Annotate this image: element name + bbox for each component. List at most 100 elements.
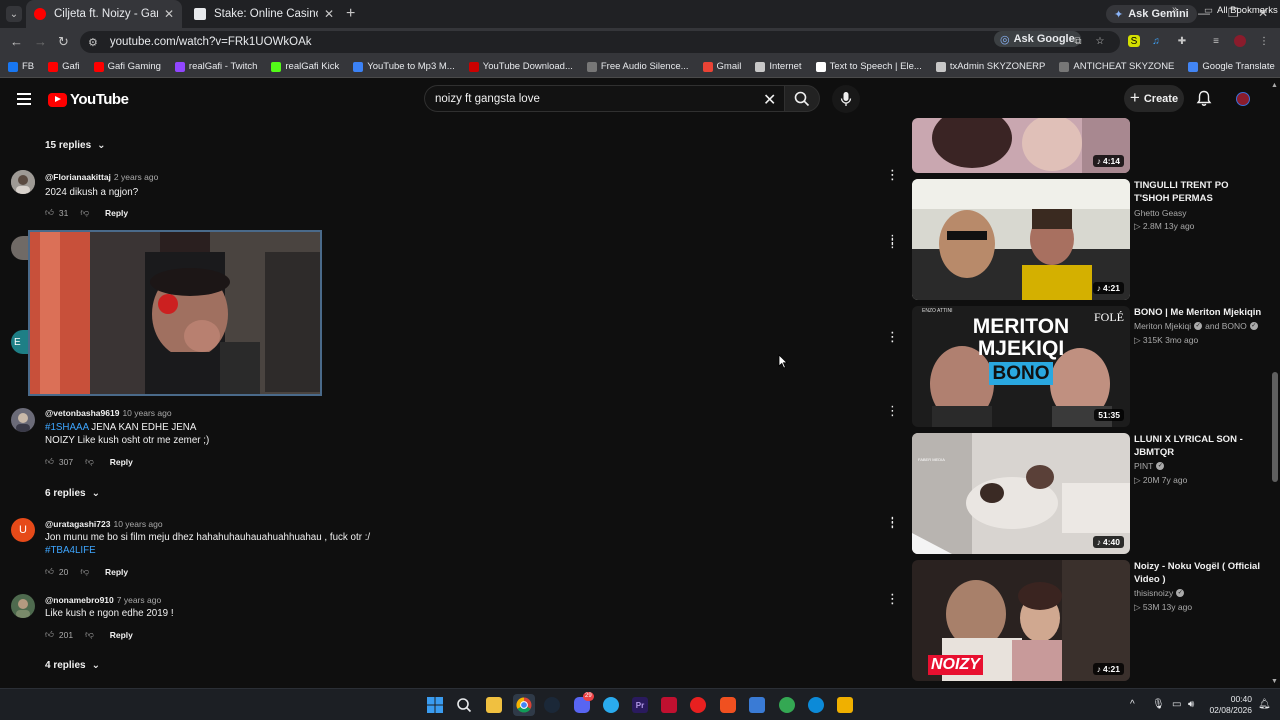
all-bookmarks-button[interactable]: ▭ All Bookmarks [1204,5,1278,16]
clear-search-icon[interactable]: ✕ [763,90,776,110]
app-blue-icon[interactable] [749,697,765,713]
author-handle[interactable]: @vetonbasha9619 [45,408,119,418]
like-icon[interactable]: 👍︎ [45,629,54,640]
comment-author[interactable]: @Florianaakittaj 2 years ago [45,172,158,182]
ask-gemini-button[interactable]: ✦ Ask Gemini [1106,5,1197,23]
commenter-avatar[interactable] [11,408,35,432]
video-more-icon[interactable]: ⋮ [886,233,899,246]
ask-google-button[interactable]: ◎ Ask Google [994,31,1081,47]
bookmark-item[interactable]: realGafi Kick [271,61,339,72]
video-more-icon[interactable]: ⋮ [886,515,899,528]
commenter-avatar[interactable]: U [11,518,35,542]
network-icon[interactable]: ▭ [1172,699,1181,710]
video-thumbnail[interactable]: ENZO ATTINI FOLÉ MERITON MJEKIQI BONO 51… [912,306,1130,427]
channel-name[interactable]: Ghetto Geasy [1134,208,1186,218]
dislike-icon[interactable]: 👎︎ [80,566,89,577]
tab-active[interactable]: Ciljeta ft. Noizy - Gangsta Love ✕ [26,0,182,28]
video-more-icon[interactable]: ⋮ [886,330,899,343]
channel-label[interactable]: PINT [1134,461,1153,471]
hashtag-link[interactable]: #1SHAAA [45,422,89,433]
windows-start-icon[interactable] [427,697,443,713]
app-red-a-icon[interactable] [661,697,677,713]
channel-name[interactable]: thisisnoizy ✓ [1134,588,1185,598]
opera-icon[interactable] [690,697,706,713]
file-explorer-icon[interactable] [486,697,502,713]
volume-icon[interactable]: 🔊︎ [1188,699,1194,710]
close-tab-icon[interactable]: ✕ [164,7,174,21]
browser-menu-icon[interactable]: ⋮ [1258,35,1270,47]
scroll-down-arrow-icon[interactable]: ▼ [1271,678,1278,685]
channel-label[interactable]: thisisnoizy [1134,588,1173,598]
tab-search-chevron-icon[interactable]: ⌄ [6,6,22,22]
hamburger-menu-icon[interactable] [17,93,31,105]
commenter-avatar[interactable] [11,170,35,194]
video-title[interactable]: Noizy - Noku Vogël ( Official Video ) [1134,560,1264,586]
account-avatar[interactable] [1236,92,1250,106]
commenter-avatar[interactable] [11,594,35,618]
dislike-icon[interactable]: 👎︎ [80,207,89,218]
channel-label[interactable]: Meriton Mjekiqi [1134,321,1191,331]
steam-icon[interactable] [544,697,560,713]
channel-name[interactable]: Meriton Mjekiqi ✓ and BONO ✓ [1134,321,1258,331]
bookmark-star-icon[interactable]: ☆ [1094,35,1106,47]
search-button[interactable] [784,85,820,112]
taskbar-search-icon[interactable] [456,697,472,713]
hashtag-link[interactable]: #TBA4LIFE [45,545,96,557]
video-more-icon[interactable]: ⋮ [886,168,899,181]
reply-button[interactable]: Reply [110,630,133,640]
bookmark-item[interactable]: txAdmin SKYZONERP [935,61,1045,72]
notifications-button[interactable] [1196,90,1212,112]
discord-icon[interactable]: 29 [574,692,594,713]
comment-age[interactable]: 10 years ago [113,519,162,529]
bookmarks-overflow-chevron-icon[interactable]: » [1172,4,1178,15]
author-handle[interactable]: @Florianaakittaj [45,172,111,182]
premiere-pro-icon[interactable]: Pr [632,697,648,713]
microphone-tray-icon[interactable]: 🎙︎ [1152,699,1165,710]
comment-age[interactable]: 7 years ago [117,595,161,605]
media-control-icon[interactable]: ≡ [1210,35,1222,47]
like-icon[interactable]: 👍︎ [45,456,54,467]
author-handle[interactable]: @nonamebro910 [45,595,114,605]
chrome-taskbar-active[interactable] [513,694,535,716]
forward-arrow-icon[interactable]: → [34,34,47,49]
view-replies-toggle[interactable]: 4 replies ⌄ [45,660,100,671]
chrome-secondary-icon[interactable] [779,697,795,713]
extension-audio-icon[interactable]: ♫ [1150,35,1162,47]
search-input[interactable] [435,92,735,105]
comment-more-icon[interactable]: ⋮ [886,404,899,417]
bookmark-item[interactable]: Gafi [48,61,80,72]
create-button[interactable]: + Create [1124,85,1184,112]
like-icon[interactable]: 👍︎ [45,566,54,577]
bookmark-item[interactable]: Text to Speech | Ele... [815,61,922,72]
reply-button[interactable]: Reply [105,567,128,577]
channel-name[interactable]: PINT ✓ [1134,461,1165,471]
video-thumbnail[interactable]: ♪ 4:21 [912,179,1130,300]
video-thumbnail[interactable]: NOIZY ♪ 4:21 [912,560,1130,681]
install-app-icon[interactable]: ⧉ [1072,35,1084,47]
video-title[interactable]: LLUNI X LYRICAL SON - JBMTQR [1134,433,1264,459]
video-thumbnail[interactable]: ♪ 4:14 [912,118,1130,173]
comment-age[interactable]: 10 years ago [122,408,171,418]
site-info-icon[interactable]: ⚙ [88,36,98,49]
back-arrow-icon[interactable]: ← [10,34,23,49]
extension-s-icon[interactable]: S [1128,35,1140,47]
bookmark-item[interactable]: Free Audio Silence... [586,61,689,72]
notification-bell-icon[interactable]: 🔔︎ [1258,699,1271,710]
reply-button[interactable]: Reply [110,457,133,467]
scrollbar-thumb[interactable] [1272,372,1278,482]
author-handle[interactable]: @uratagashi723 [45,519,110,529]
address-bar[interactable]: ⚙ youtube.com/watch?v=FRk1UOWkOAk [80,31,1120,53]
video-more-icon[interactable]: ⋮ [886,592,899,605]
channel-collab-label[interactable]: and BONO [1205,321,1247,331]
dislike-icon[interactable]: 👎︎ [85,456,94,467]
video-title[interactable]: BONO | Me Meriton Mjekiqin [1134,306,1264,319]
youtube-logo[interactable]: YouTube [48,91,129,108]
bookmark-item[interactable]: Internet [755,61,802,72]
like-icon[interactable]: 👍︎ [45,207,54,218]
comment-age[interactable]: 2 years ago [114,172,158,182]
profile-avatar-icon[interactable] [1234,35,1246,47]
system-clock[interactable]: 00:40 02/08/2026 [1208,694,1252,716]
view-replies-toggle[interactable]: 6 replies ⌄ [45,488,100,499]
tray-overflow-chevron-icon[interactable]: ^ [1130,699,1135,710]
bookmark-item[interactable]: Gafi Gaming [93,61,161,72]
